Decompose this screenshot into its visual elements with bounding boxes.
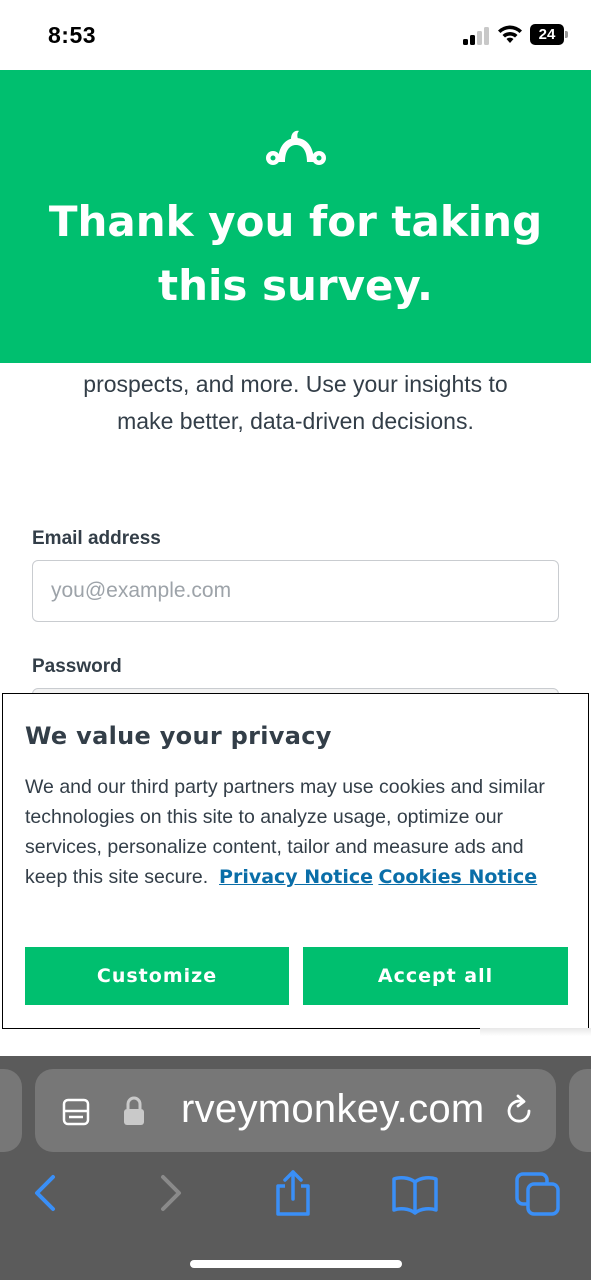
email-label: Email address — [32, 528, 161, 549]
battery-level: 24 — [530, 24, 564, 45]
surveymonkey-logo-icon — [266, 130, 326, 165]
bookmarks-icon[interactable] — [390, 1168, 440, 1218]
reload-icon[interactable] — [503, 1094, 535, 1128]
accept-all-button[interactable]: Accept all — [303, 947, 568, 1005]
home-indicator — [190, 1260, 402, 1268]
intro-line-2: make better, data-driven decisions. — [117, 408, 474, 434]
address-bar[interactable]: rveymonkey.com — [35, 1069, 556, 1152]
tabs-icon[interactable] — [513, 1168, 563, 1218]
privacy-body: We and our third party partners may use … — [25, 772, 570, 892]
title-line-1: Thank you for taking — [48, 197, 543, 246]
forward-icon[interactable] — [146, 1168, 196, 1218]
page-menu-icon[interactable] — [61, 1097, 91, 1127]
password-label: Password — [32, 656, 122, 677]
browser-toolbar: rveymonkey.com — [0, 1056, 591, 1280]
privacy-notice-link[interactable]: Privacy Notice — [219, 866, 373, 888]
cookies-notice-link[interactable]: Cookies Notice — [378, 866, 537, 888]
banner-shadow — [480, 1028, 591, 1036]
email-field[interactable] — [32, 560, 559, 622]
page-title: Thank you for taking this survey. — [40, 190, 551, 318]
cookie-consent-banner: We value your privacy We and our third p… — [2, 693, 589, 1029]
share-icon[interactable] — [268, 1168, 318, 1218]
title-line-2: this survey. — [158, 261, 433, 310]
status-bar: 8:53 24 — [0, 0, 591, 70]
intro-line-1: prospects, and more. Use your insights t… — [83, 371, 508, 397]
lock-icon — [124, 1096, 144, 1125]
cellular-signal-icon — [463, 27, 491, 45]
thank-you-header: Thank you for taking this survey. — [0, 70, 591, 363]
status-time: 8:53 — [48, 22, 97, 48]
customize-button[interactable]: Customize — [25, 947, 289, 1005]
privacy-title: We value your privacy — [25, 722, 332, 750]
url-text[interactable]: rveymonkey.com — [181, 1087, 485, 1132]
wifi-icon — [498, 25, 522, 43]
battery-icon: 24 — [530, 24, 568, 45]
previous-tab-preview[interactable] — [0, 1069, 22, 1152]
next-tab-preview[interactable] — [569, 1069, 591, 1152]
back-icon[interactable] — [20, 1168, 70, 1218]
intro-text: prospects, and more. Use your insights t… — [40, 366, 551, 440]
